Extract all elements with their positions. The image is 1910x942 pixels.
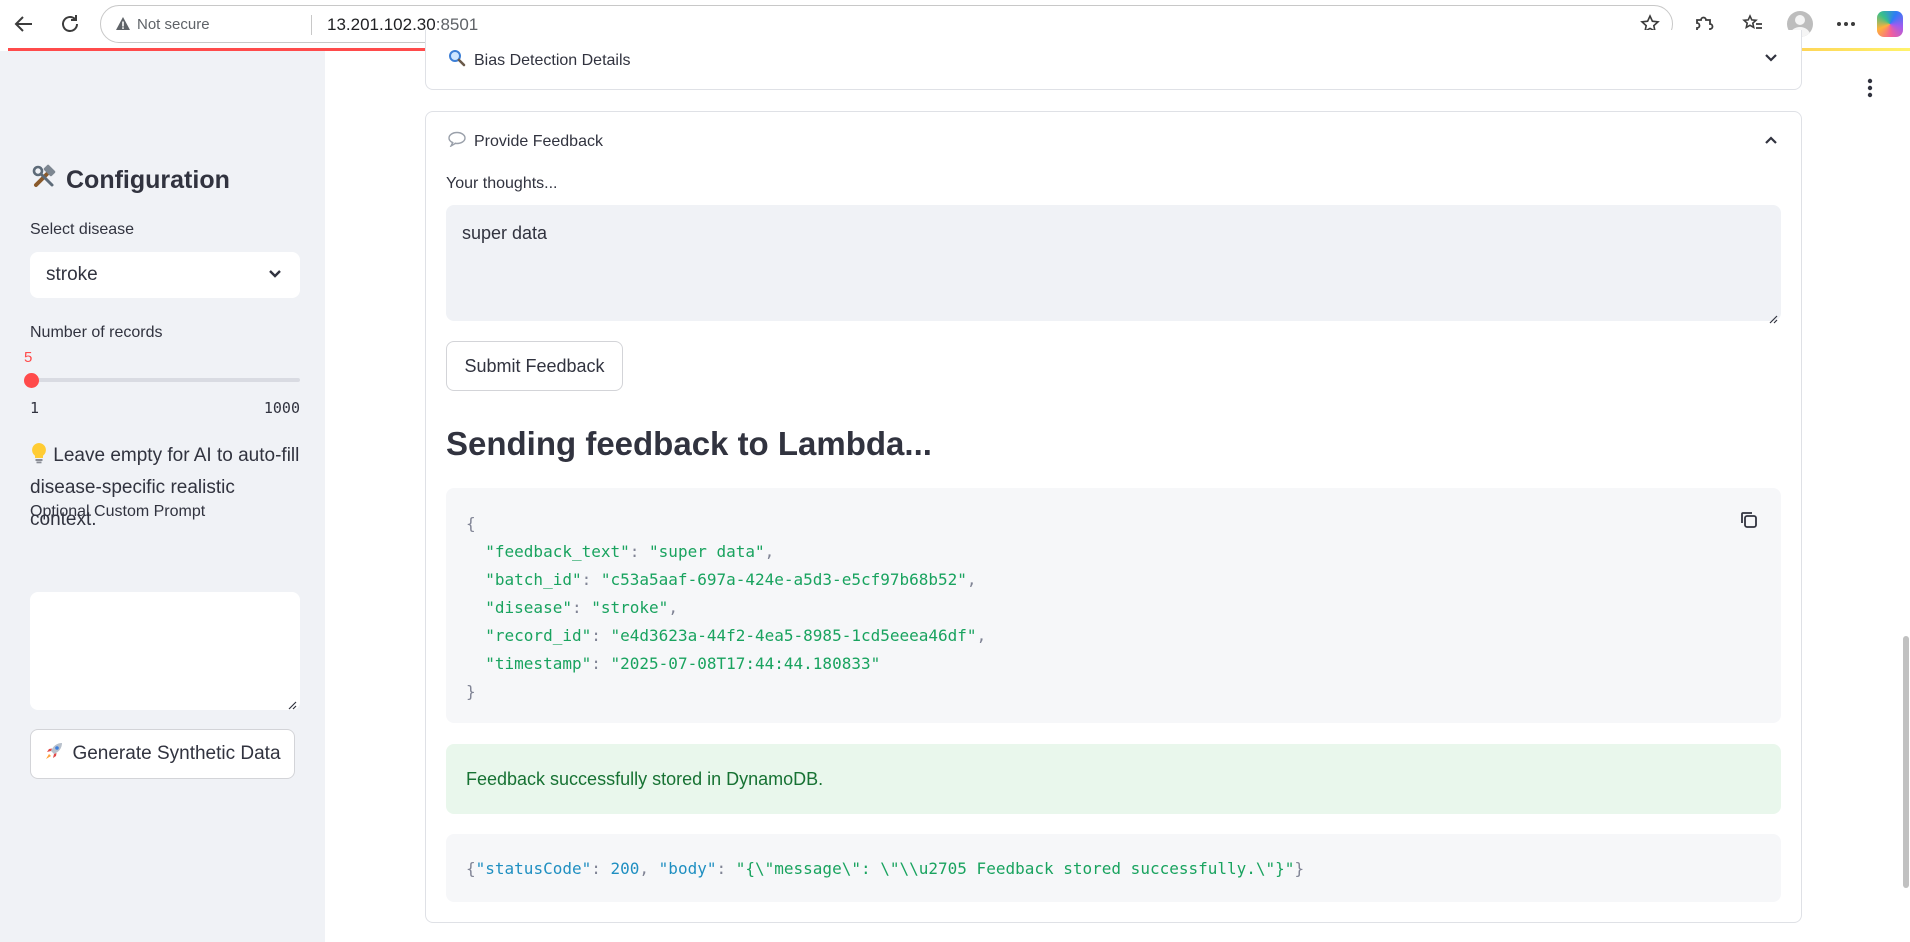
chevron-up-icon[interactable] — [1763, 132, 1779, 153]
feedback-header-label: Provide Feedback — [474, 132, 603, 150]
generate-data-button[interactable]: Generate Synthetic Data — [30, 729, 295, 779]
rocket-icon — [44, 741, 64, 767]
magnifier-icon — [448, 49, 466, 72]
code-line: "batch_id": "c53a5aaf-697a-424e-a5d3-e5c… — [485, 570, 977, 589]
lightbulb-icon — [30, 443, 53, 466]
custom-prompt-label: Optional Custom Prompt — [30, 503, 206, 520]
response-status-key: "statusCode" — [475, 858, 592, 878]
resize-grip-icon[interactable] — [287, 697, 297, 710]
autofill-tip: Leave empty for AI to auto-fill disease-… — [30, 440, 300, 536]
response-body-key: "body" — [658, 858, 717, 878]
records-slider-track[interactable] — [32, 378, 300, 382]
thoughts-value: super data — [462, 223, 548, 243]
payload-code-block: { "feedback_text": "super data", "batch_… — [446, 488, 1781, 723]
code-brace-close: } — [466, 682, 476, 701]
payload-disease: stroke — [600, 598, 659, 617]
records-slider-max: 1000 — [263, 399, 300, 417]
success-alert: Feedback successfully stored in DynamoDB… — [446, 744, 1781, 814]
feedback-header[interactable]: Provide Feedback — [448, 131, 603, 152]
submit-feedback-button[interactable]: Submit Feedback — [446, 341, 623, 391]
code-line: "timestamp": "2025-07-08T17:44:44.180833… — [485, 654, 881, 673]
disease-select[interactable]: stroke — [30, 252, 300, 298]
chevron-down-icon[interactable] — [1763, 50, 1779, 71]
sidebar: Configuration Select disease stroke Numb… — [0, 51, 325, 942]
payload-record-id: e4d3623a-44f2-4ea5-8985-1cd5eeea46df — [620, 626, 967, 645]
bias-details-expander[interactable]: Bias Detection Details — [425, 30, 1802, 90]
speech-bubble-icon — [448, 131, 466, 152]
warning-triangle-icon[interactable] — [115, 16, 131, 37]
generate-data-label: Generate Synthetic Data — [72, 743, 281, 764]
disease-select-label: Select disease — [30, 221, 135, 238]
payload-feedback-text: super data — [658, 542, 755, 561]
code-line: "record_id": "e4d3623a-44f2-4ea5-8985-1c… — [485, 626, 987, 645]
url-host: 13.201.102.30 — [327, 15, 436, 34]
payload-timestamp: 2025-07-08T17:44:44.180833 — [620, 654, 871, 673]
custom-prompt-textarea[interactable] — [30, 592, 300, 710]
code-brace-open: { — [466, 514, 476, 533]
chevron-down-icon — [266, 265, 284, 289]
response-body-value: "{\"message\": \"\\u2705 Feedback stored… — [735, 858, 1295, 878]
records-slider-value: 5 — [24, 349, 33, 366]
resize-grip-icon[interactable] — [1768, 308, 1778, 324]
bias-details-header[interactable]: Bias Detection Details — [448, 49, 631, 72]
disease-select-value: stroke — [46, 264, 98, 285]
hammer-wrench-icon — [30, 163, 58, 198]
page-scrollbar[interactable] — [1903, 636, 1909, 888]
response-status-value: 200 — [610, 858, 640, 878]
records-slider-handle[interactable] — [24, 373, 39, 388]
thoughts-label: Your thoughts... — [446, 175, 558, 192]
copilot-icon[interactable] — [1874, 8, 1906, 40]
sidebar-title: Configuration — [30, 163, 230, 198]
code-line: "disease": "stroke", — [485, 598, 678, 617]
payload-batch-id: c53a5aaf-697a-424e-a5d3-e5cf97b68b52 — [610, 570, 958, 589]
reload-icon[interactable] — [54, 8, 86, 40]
back-arrow-icon[interactable] — [8, 8, 40, 40]
code-line: "feedback_text": "super data", — [485, 542, 775, 561]
security-status-label[interactable]: Not secure — [137, 16, 210, 33]
sending-heading: Sending feedback to Lambda... — [446, 425, 932, 462]
bias-details-label: Bias Detection Details — [474, 51, 631, 69]
sidebar-title-text: Configuration — [66, 166, 230, 194]
records-slider-label: Number of records — [30, 324, 163, 341]
copy-icon[interactable] — [1739, 510, 1759, 539]
records-slider-min: 1 — [30, 399, 40, 417]
thoughts-textarea[interactable]: super data — [446, 205, 1781, 324]
response-json-block: {"statusCode": 200, "body": "{\"message\… — [446, 834, 1781, 902]
address-divider — [311, 15, 312, 35]
more-options-icon[interactable] — [1830, 8, 1862, 40]
app-menu-icon[interactable] — [1866, 78, 1874, 103]
success-message: Feedback successfully stored in DynamoDB… — [466, 768, 824, 789]
